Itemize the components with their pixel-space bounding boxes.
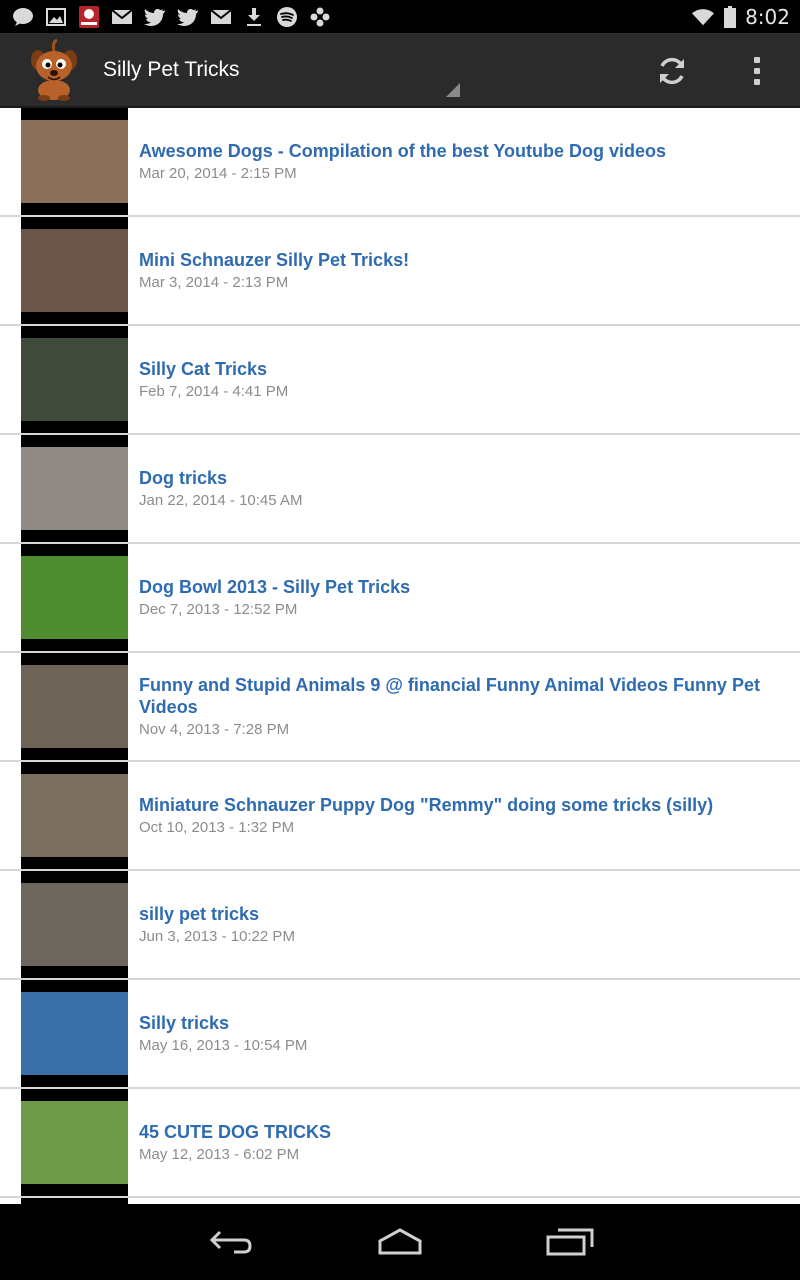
video-list[interactable]: Awesome Dogs - Compilation of the best Y… xyxy=(0,108,800,1204)
video-date: May 16, 2013 - 10:54 PM xyxy=(139,1036,308,1054)
recent-apps-icon[interactable] xyxy=(540,1222,600,1262)
list-item[interactable]: Funny and Stupid Animals 9 @ financial F… xyxy=(0,653,800,762)
overflow-dot xyxy=(754,79,760,85)
video-date: Jun 3, 2013 - 10:22 PM xyxy=(139,927,295,945)
navigation-bar xyxy=(0,1204,800,1280)
list-item[interactable]: Awesome Dogs - Compilation of the best Y… xyxy=(0,108,800,217)
video-thumbnail[interactable] xyxy=(21,544,128,651)
video-date: Mar 3, 2014 - 2:13 PM xyxy=(139,273,289,291)
spotify-icon xyxy=(275,6,299,28)
thumbnail-image xyxy=(21,1101,128,1184)
video-title: Dog Bowl 2013 - Silly Pet Tricks xyxy=(139,576,411,597)
action-bar: Silly Pet Tricks xyxy=(0,33,800,108)
world-app-icon xyxy=(77,5,101,28)
video-date: May 12, 2013 - 6:02 PM xyxy=(139,1145,300,1163)
video-thumbnail[interactable] xyxy=(21,871,128,978)
spinner-indicator-icon[interactable] xyxy=(446,83,460,97)
video-thumbnail[interactable] xyxy=(21,435,128,542)
list-item[interactable]: Dog tricks Jan 22, 2014 - 10:45 AM xyxy=(0,435,800,544)
video-text: Dog Bowl 2013 - Silly Pet Tricks Dec 7, 2… xyxy=(139,544,770,651)
video-date: Nov 4, 2013 - 7:28 PM xyxy=(139,720,290,738)
thumbnail-image xyxy=(21,883,128,966)
app-title[interactable]: Silly Pet Tricks xyxy=(103,58,240,82)
chat-bubble-icon xyxy=(11,6,35,28)
video-thumbnail[interactable] xyxy=(21,217,128,324)
video-text: Dog tricks Jan 22, 2014 - 10:45 AM xyxy=(139,435,770,542)
thumbnail-image xyxy=(21,556,128,639)
gmail-icon xyxy=(209,6,233,28)
video-title: 45 CUTE DOG TRICKS xyxy=(139,1121,332,1142)
video-title: Miniature Schnauzer Puppy Dog "Remmy" do… xyxy=(139,794,714,815)
home-icon[interactable] xyxy=(370,1222,430,1262)
overflow-dot xyxy=(754,68,760,74)
video-thumbnail[interactable] xyxy=(21,1089,128,1196)
twitter-icon xyxy=(176,6,200,28)
video-text: Funny and Stupid Animals 9 @ financial F… xyxy=(139,653,770,760)
thumbnail-image xyxy=(21,338,128,421)
video-title: Funny and Stupid Animals 9 @ financial F… xyxy=(139,674,760,717)
video-text: Awesome Dogs - Compilation of the best Y… xyxy=(139,108,770,215)
overflow-menu-icon[interactable] xyxy=(740,49,774,93)
video-date: Jan 22, 2014 - 10:45 AM xyxy=(139,491,303,509)
list-item[interactable]: silly pet tricks Jun 3, 2013 - 10:22 PM xyxy=(0,871,800,980)
game-controller-icon xyxy=(308,6,332,28)
thumbnail-image xyxy=(21,774,128,857)
video-title: silly pet tricks xyxy=(139,903,260,924)
twitter-icon xyxy=(143,6,167,28)
video-thumbnail[interactable] xyxy=(21,653,128,760)
thumbnail-image xyxy=(21,665,128,748)
video-date: Feb 7, 2014 - 4:41 PM xyxy=(139,382,289,400)
video-text: Mini Schnauzer Silly Pet Tricks! Mar 3, 2… xyxy=(139,217,770,324)
thumbnail-image xyxy=(21,447,128,530)
video-text: silly pet tricks Jun 3, 2013 - 10:22 PM xyxy=(139,871,770,978)
video-thumbnail[interactable] xyxy=(21,108,128,215)
cartoon-dog-icon[interactable] xyxy=(22,38,86,102)
battery-icon xyxy=(723,5,737,28)
back-icon[interactable] xyxy=(200,1222,260,1262)
video-thumbnail[interactable] xyxy=(21,762,128,869)
wifi-icon xyxy=(691,6,715,28)
video-title: Awesome Dogs - Compilation of the best Y… xyxy=(139,140,667,161)
video-title: Silly Cat Tricks xyxy=(139,358,268,379)
image-icon xyxy=(44,6,68,28)
video-text: Miniature Schnauzer Puppy Dog "Remmy" do… xyxy=(139,762,770,869)
thumbnail-image xyxy=(21,992,128,1075)
thumbnail-image xyxy=(21,120,128,203)
list-item[interactable]: 45 CUTE DOG TRICKS May 12, 2013 - 6:02 PM xyxy=(0,1089,800,1198)
video-title: Dog tricks xyxy=(139,467,228,488)
list-item[interactable]: Silly tricks May 16, 2013 - 10:54 PM xyxy=(0,980,800,1089)
refresh-icon[interactable] xyxy=(650,49,694,93)
video-date: Mar 20, 2014 - 2:15 PM xyxy=(139,164,297,182)
video-date: Dec 7, 2013 - 12:52 PM xyxy=(139,600,298,618)
list-item[interactable]: Miniature Schnauzer Puppy Dog "Remmy" do… xyxy=(0,762,800,871)
list-item[interactable]: Silly Cat Tricks Feb 7, 2014 - 4:41 PM xyxy=(0,326,800,435)
list-item[interactable]: Dog Bowl 2013 - Silly Pet Tricks Dec 7, 2… xyxy=(0,544,800,653)
video-text: Silly tricks May 16, 2013 - 10:54 PM xyxy=(139,980,770,1087)
overflow-dot xyxy=(754,57,760,63)
video-title: Mini Schnauzer Silly Pet Tricks! xyxy=(139,249,410,270)
video-text: 45 CUTE DOG TRICKS May 12, 2013 - 6:02 PM xyxy=(139,1089,770,1196)
thumbnail-image xyxy=(21,229,128,312)
system-indicators: 8:02 xyxy=(691,0,800,33)
video-text: Silly Cat Tricks Feb 7, 2014 - 4:41 PM xyxy=(139,326,770,433)
clock: 8:02 xyxy=(745,4,790,29)
video-thumbnail[interactable] xyxy=(21,326,128,433)
video-thumbnail[interactable] xyxy=(21,980,128,1087)
gmail-icon xyxy=(110,6,134,28)
download-icon xyxy=(242,6,266,28)
video-title: Silly tricks xyxy=(139,1012,230,1033)
list-item[interactable]: Mini Schnauzer Silly Pet Tricks! Mar 3, 2… xyxy=(0,217,800,326)
status-bar: 8:02 xyxy=(0,0,800,33)
video-date: Oct 10, 2013 - 1:32 PM xyxy=(139,818,295,836)
notification-icons xyxy=(0,0,332,33)
